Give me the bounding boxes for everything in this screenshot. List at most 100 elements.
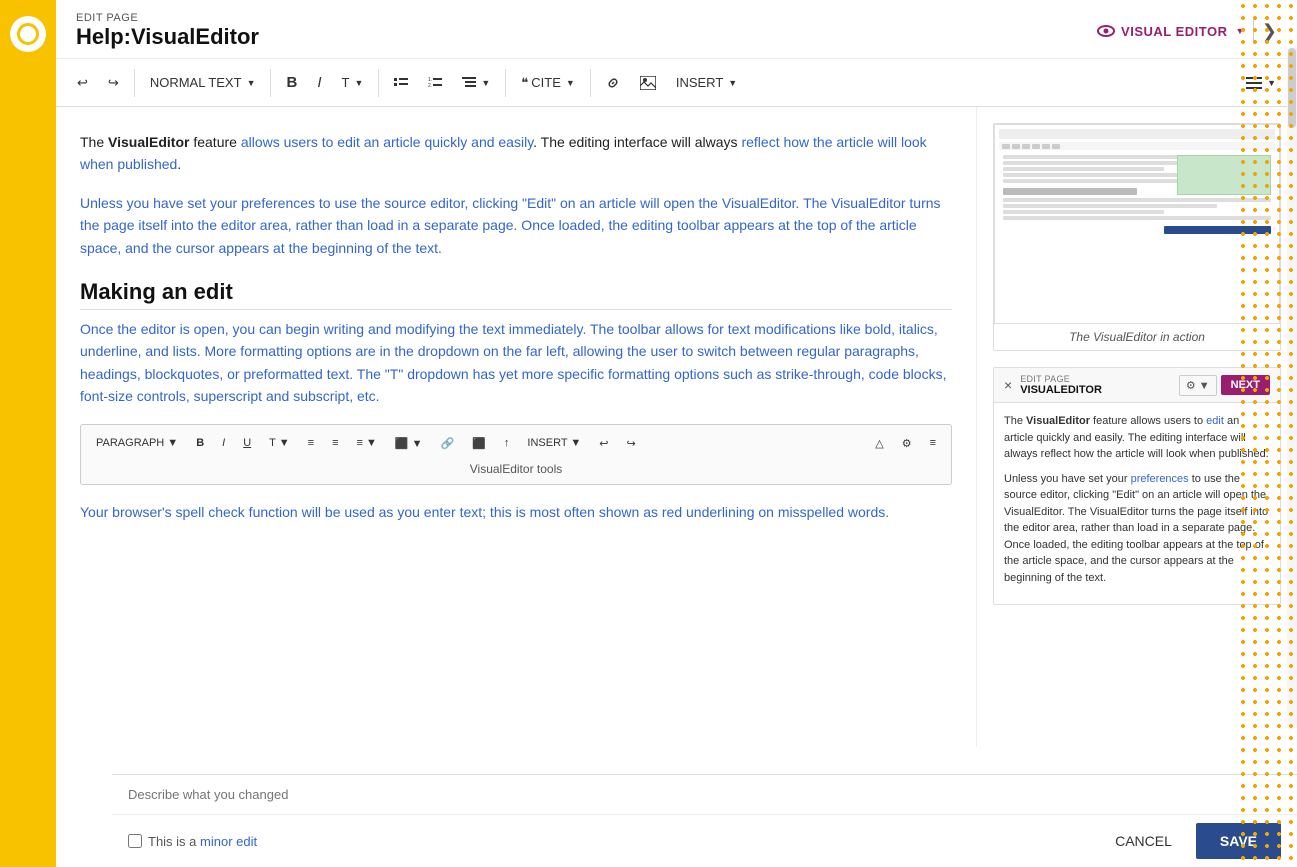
text-size-arrow: ▼	[354, 78, 363, 88]
fake-line-7	[1003, 204, 1217, 208]
toolbar-divider-1	[134, 69, 135, 97]
paragraph-style-arrow: ▼	[247, 78, 256, 88]
insert-arrow: ▼	[728, 78, 737, 88]
fake-line-3	[1003, 167, 1164, 171]
preview-header-actions: ⚙ ▼ NEXT	[1179, 375, 1270, 396]
toolbar-divider-3	[378, 69, 379, 97]
describe-input[interactable]	[128, 783, 1281, 806]
mini-warning[interactable]: △	[868, 433, 890, 454]
save-button[interactable]: SAVE	[1196, 823, 1281, 859]
minor-edit-checkbox[interactable]	[128, 834, 142, 848]
gear-icon: ⚙	[1186, 380, 1196, 392]
paragraph-style-label: NORMAL TEXT	[150, 75, 242, 90]
cite-label: CITE	[531, 75, 561, 90]
minor-edit-label[interactable]: This is a minor edit	[128, 834, 257, 849]
image-placeholder	[994, 124, 1280, 324]
article-paragraph-2: Unless you have set your preferences to …	[80, 192, 952, 259]
visualeditor-bold: VisualEditor	[108, 134, 189, 150]
fake-header-bar	[999, 129, 1275, 139]
chevron-down-button[interactable]: ❯	[1262, 21, 1277, 42]
preview-paragraph-2: Unless you have set your preferences to …	[1004, 471, 1270, 587]
bullet-list-button[interactable]	[385, 70, 417, 96]
preview-panel-header: × EDIT PAGE VISUALEDITOR ⚙ ▼ NEXT	[994, 368, 1280, 403]
mini-text-dropdown[interactable]: T ▼	[262, 433, 296, 453]
mini-italic-button[interactable]: I	[215, 433, 232, 453]
preview-body: The VisualEditor feature allows users to…	[994, 403, 1280, 604]
minor-edit-prefix: This is a	[148, 834, 196, 849]
cite-quote-icon: ❝	[521, 75, 528, 91]
mini-media-dropdown[interactable]: ⬛ ▼	[388, 433, 430, 454]
preferences-link[interactable]: preferences	[241, 195, 315, 211]
indent-dropdown[interactable]: ▼	[453, 70, 499, 96]
page-header: EDIT PAGE Help:VisualEditor VISUAL EDITO…	[56, 0, 1297, 59]
preview-edit-label: EDIT PAGE	[1020, 374, 1179, 384]
svg-text:2.: 2.	[428, 83, 432, 89]
mini-undo[interactable]: ↩	[592, 433, 615, 454]
preview-header-info: EDIT PAGE VISUALEDITOR	[1012, 374, 1179, 396]
article-paragraph-1: The VisualEditor feature allows users to…	[80, 131, 952, 176]
mini-link[interactable]: 🔗	[434, 433, 462, 454]
media-icon	[640, 76, 656, 90]
mini-bold-button[interactable]: B	[189, 433, 211, 453]
eye-icon	[1097, 25, 1115, 37]
undo-button[interactable]: ↩	[68, 69, 97, 97]
header-left: EDIT PAGE Help:VisualEditor	[76, 12, 259, 50]
insert-label: INSERT	[676, 75, 723, 90]
preview-next-button[interactable]: NEXT	[1221, 375, 1270, 395]
fake-line-9	[1003, 216, 1271, 220]
menu-icon	[1246, 76, 1262, 90]
article-link-1[interactable]: allows users to edit an article quickly …	[241, 134, 533, 150]
text-size-dropdown[interactable]: T ▼	[333, 69, 373, 96]
mini-toolbar-label: VisualEditor tools	[89, 462, 943, 476]
wiki-logo	[10, 16, 46, 52]
preview-gear-button[interactable]: ⚙ ▼	[1179, 375, 1217, 396]
numbered-list-button[interactable]: 1. 2.	[419, 70, 451, 96]
article-content[interactable]: The VisualEditor feature allows users to…	[56, 107, 977, 747]
preview-preferences-link[interactable]: preferences	[1131, 473, 1189, 485]
scroll-thumb[interactable]	[1288, 48, 1296, 128]
preview-close-button[interactable]: ×	[1004, 377, 1012, 393]
menu-arrow: ▼	[1267, 78, 1276, 88]
edit-page-label: EDIT PAGE	[76, 12, 259, 24]
content-area: The VisualEditor feature allows users to…	[56, 107, 1297, 747]
cancel-button[interactable]: CANCEL	[1099, 825, 1188, 857]
mini-align-left[interactable]: ≡	[301, 433, 321, 453]
visual-editor-button[interactable]: VISUAL EDITOR ▼	[1097, 24, 1245, 39]
cite-dropdown[interactable]: ❝ CITE ▼	[512, 69, 584, 97]
mini-insert-dropdown[interactable]: INSERT ▼	[520, 433, 588, 453]
mini-toolbar-container: PARAGRAPH ▼ B I U T ▼ ≡ ≡ ≡ ▼ ⬛ ▼ 🔗 ⬛ ↑ …	[80, 424, 952, 485]
redo-button[interactable]: ↪	[99, 69, 128, 97]
media-button[interactable]	[631, 70, 665, 96]
preview-title: VISUALEDITOR	[1020, 384, 1179, 396]
fake-toolbar-bar	[999, 142, 1275, 150]
mini-redo[interactable]: ↪	[620, 433, 643, 454]
cite-arrow: ▼	[566, 78, 575, 88]
header-right: VISUAL EDITOR ▼ ❯	[1097, 19, 1277, 43]
indent-arrow: ▼	[481, 78, 490, 88]
toolbar-divider-2	[270, 69, 271, 97]
right-sidebar: The VisualEditor in action × EDIT PAGE V…	[977, 107, 1297, 747]
link-button[interactable]	[597, 70, 629, 96]
text-size-label: T	[342, 75, 350, 90]
mini-paragraph-dropdown[interactable]: PARAGRAPH ▼	[89, 433, 185, 453]
para4-text: Your browser's spell check function will…	[80, 504, 889, 520]
mini-underline-button[interactable]: U	[236, 433, 258, 453]
mini-toolbar: PARAGRAPH ▼ B I U T ▼ ≡ ≡ ≡ ▼ ⬛ ▼ 🔗 ⬛ ↑ …	[89, 433, 943, 454]
italic-button[interactable]: I	[308, 68, 330, 97]
preview-edit-link[interactable]: edit	[1206, 415, 1224, 427]
mini-special[interactable]: ↑	[497, 433, 517, 453]
making-an-edit-heading: Making an edit	[80, 279, 952, 310]
minor-edit-link[interactable]: minor edit	[200, 834, 257, 849]
mini-gear[interactable]: ⚙	[895, 433, 919, 454]
link-icon	[606, 76, 620, 90]
paragraph-style-dropdown[interactable]: NORMAL TEXT ▼	[141, 69, 265, 96]
mini-align-center[interactable]: ≡	[325, 433, 345, 453]
mini-menu[interactable]: ≡	[923, 433, 943, 453]
toolbar-menu-button[interactable]: ▼	[1237, 70, 1285, 96]
mini-indent-dropdown[interactable]: ≡ ▼	[349, 433, 383, 453]
describe-input-container	[112, 775, 1297, 815]
insert-dropdown[interactable]: INSERT ▼	[667, 69, 746, 96]
mini-table[interactable]: ⬛	[465, 433, 493, 454]
bold-button[interactable]: B	[277, 68, 306, 97]
bottom-actions: This is a minor edit CANCEL SAVE	[112, 815, 1297, 867]
